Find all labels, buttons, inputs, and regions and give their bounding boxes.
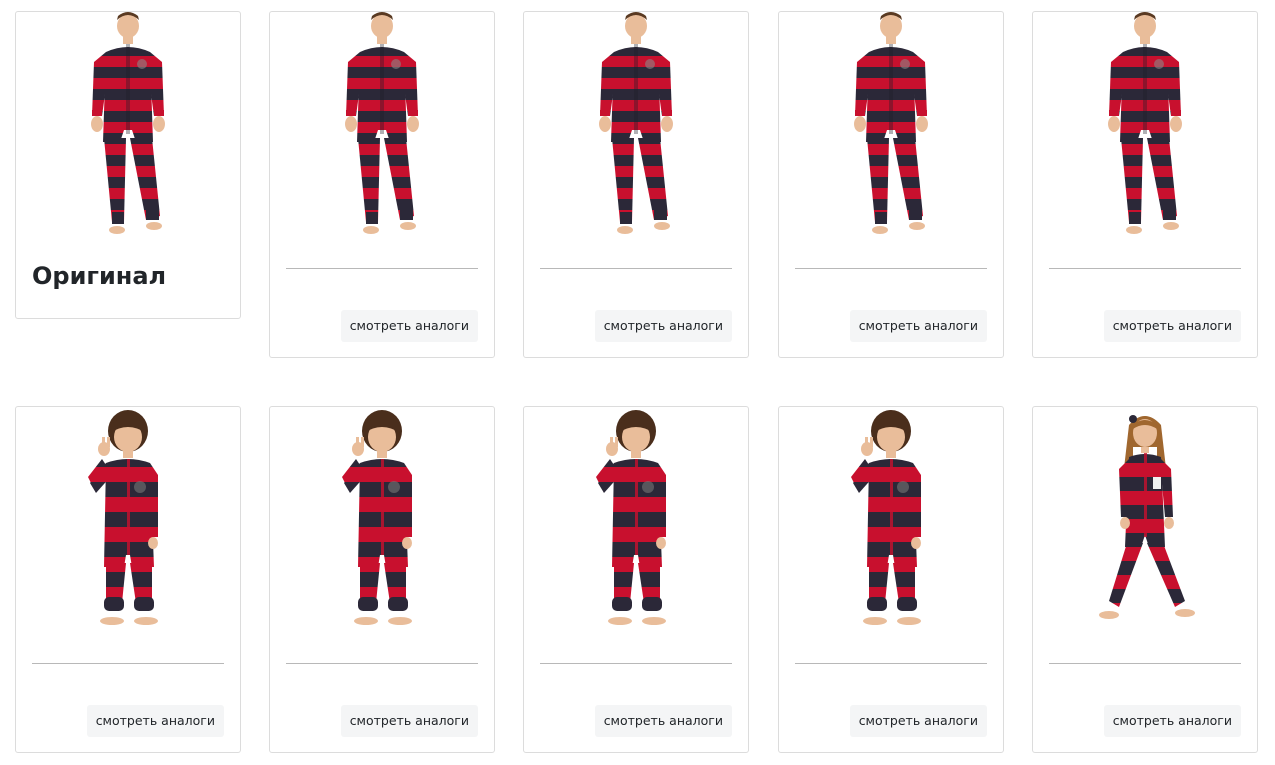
original-title: Оригинал xyxy=(32,262,167,290)
product-image[interactable] xyxy=(540,407,732,635)
result-card: смотреть аналоги xyxy=(269,11,495,358)
result-card: смотреть аналоги xyxy=(1032,11,1258,358)
product-image[interactable] xyxy=(1049,407,1241,635)
result-card: смотреть аналоги xyxy=(15,406,241,753)
result-card: смотреть аналоги xyxy=(778,11,1004,358)
product-image[interactable] xyxy=(540,12,732,240)
view-analogs-button[interactable]: смотреть аналоги xyxy=(1103,310,1241,342)
result-card: смотреть аналоги xyxy=(778,406,1004,753)
card-divider xyxy=(32,663,224,664)
product-image[interactable] xyxy=(795,407,987,635)
result-card: смотреть аналоги xyxy=(269,406,495,753)
view-analogs-button[interactable]: смотреть аналоги xyxy=(849,705,987,737)
view-analogs-button[interactable]: смотреть аналоги xyxy=(594,705,732,737)
card-divider xyxy=(795,268,987,269)
original-card: Оригинал xyxy=(15,11,241,319)
product-image[interactable] xyxy=(286,407,478,635)
view-analogs-button[interactable]: смотреть аналоги xyxy=(340,310,478,342)
product-image[interactable] xyxy=(795,12,987,240)
view-analogs-button[interactable]: смотреть аналоги xyxy=(340,705,478,737)
card-divider xyxy=(1049,663,1241,664)
card-divider xyxy=(795,663,987,664)
card-divider xyxy=(540,663,732,664)
view-analogs-button[interactable]: смотреть аналоги xyxy=(86,705,224,737)
result-card: смотреть аналоги xyxy=(1032,406,1258,753)
product-image[interactable] xyxy=(1049,12,1241,240)
card-divider xyxy=(286,663,478,664)
card-divider xyxy=(540,268,732,269)
result-card: смотреть аналоги xyxy=(523,11,749,358)
product-image[interactable] xyxy=(286,12,478,240)
view-analogs-button[interactable]: смотреть аналоги xyxy=(849,310,987,342)
product-image[interactable] xyxy=(32,407,224,635)
card-divider xyxy=(286,268,478,269)
result-card: смотреть аналоги xyxy=(523,406,749,753)
view-analogs-button[interactable]: смотреть аналоги xyxy=(1103,705,1241,737)
original-product-image xyxy=(32,12,224,240)
view-analogs-button[interactable]: смотреть аналоги xyxy=(594,310,732,342)
card-divider xyxy=(1049,268,1241,269)
